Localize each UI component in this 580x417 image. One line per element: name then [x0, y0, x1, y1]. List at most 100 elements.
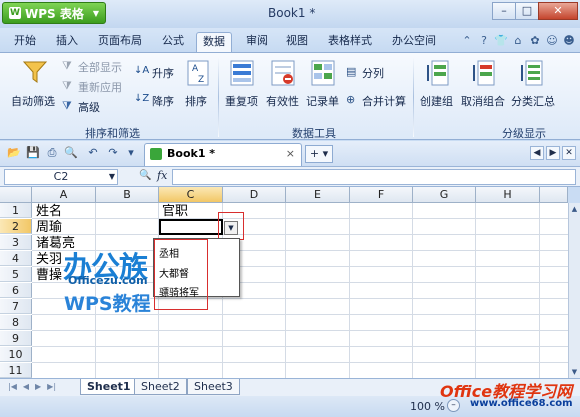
last-sheet-icon[interactable]: ▶| [47, 382, 56, 391]
column-header-d[interactable]: D [223, 187, 286, 203]
cell-a1[interactable]: 姓名 [36, 204, 62, 219]
site-watermark-url: www.office68.com [470, 398, 573, 409]
sheet-tab-sheet3[interactable]: Sheet3 [187, 379, 240, 395]
new-tab-button[interactable]: + ▾ [305, 145, 333, 163]
undo-icon[interactable]: ↶ [86, 146, 100, 160]
document-tab-label: Book1 * [167, 147, 216, 160]
tab-insert[interactable]: 插入 [50, 32, 84, 52]
maximize-button[interactable]: □ [515, 2, 539, 20]
watermark-url: Officezu.com [68, 274, 148, 287]
name-box[interactable]: C2 ▼ [4, 169, 118, 185]
column-header-a[interactable]: A [32, 187, 96, 203]
tab-review[interactable]: 审阅 [240, 32, 274, 52]
prev-sheet-icon[interactable]: ◀ [23, 382, 29, 391]
duplicates-button[interactable]: 重复项 [225, 93, 258, 109]
reapply-icon: ⧩ [62, 79, 72, 92]
validity-icon [271, 60, 295, 86]
document-tab[interactable]: Book1 * × [144, 143, 302, 166]
zoom-formula-icon[interactable]: 🔍 [139, 170, 151, 181]
text-to-columns-button[interactable]: 分列 [362, 65, 384, 81]
sort-descending-button[interactable]: 降序 [152, 93, 174, 109]
cell-a4[interactable]: 关羽 [36, 252, 62, 267]
column-header-c[interactable]: C [159, 187, 223, 203]
user-icon[interactable]: ☺ [545, 34, 559, 48]
tab-data[interactable]: 数据 [196, 32, 232, 52]
subtotal-button[interactable]: 分类汇总 [511, 93, 555, 109]
tab-home[interactable]: 开始 [8, 32, 42, 52]
reapply-button[interactable]: 重新应用 [78, 79, 122, 95]
tab-page-layout[interactable]: 页面布局 [92, 32, 148, 52]
print-preview-icon[interactable]: 🔍 [64, 146, 78, 160]
formula-input[interactable] [172, 169, 576, 185]
print-icon[interactable]: ⎙ [45, 146, 59, 160]
open-folder-icon[interactable]: 📂 [7, 146, 21, 160]
first-sheet-icon[interactable]: |◀ [8, 382, 17, 391]
chevron-down-icon[interactable]: ▼ [109, 170, 115, 184]
record-form-button[interactable]: 记录单 [306, 93, 339, 109]
sheet-tab-sheet1[interactable]: Sheet1 [80, 379, 138, 395]
row-header-5[interactable]: 5 [0, 267, 32, 282]
sheet-tab-sheet2[interactable]: Sheet2 [134, 379, 187, 395]
avatar-icon[interactable]: ☻ [562, 34, 576, 48]
tab-scroll-left-icon[interactable]: ◀ [530, 146, 544, 160]
cell-a5[interactable]: 曹操 [36, 268, 62, 283]
grid-line [32, 234, 568, 235]
tab-close-all-icon[interactable]: ✕ [562, 146, 576, 160]
customize-toolbar-icon[interactable]: ▾ [124, 146, 138, 160]
tab-scroll-right-icon[interactable]: ▶ [546, 146, 560, 160]
autofilter-button[interactable]: 自动筛选 [11, 93, 55, 109]
column-header-f[interactable]: F [350, 187, 413, 203]
sort-button[interactable]: 排序 [185, 93, 207, 109]
consolidate-button[interactable]: 合并计算 [362, 93, 406, 109]
row-header-9[interactable]: 9 [0, 331, 32, 346]
column-header-e[interactable]: E [286, 187, 350, 203]
home-icon[interactable]: ⌂ [511, 34, 525, 48]
tab-formulas[interactable]: 公式 [156, 32, 190, 52]
advanced-filter-button[interactable]: 高级 [78, 99, 100, 115]
create-group-button[interactable]: 创建组 [420, 93, 453, 109]
wps-app-menu-button[interactable]: W WPS 表格 ▼ [2, 2, 106, 24]
row-header-3[interactable]: 3 [0, 235, 32, 250]
help-icon[interactable]: ? [477, 34, 491, 48]
scroll-down-icon[interactable]: ▼ [569, 366, 580, 378]
validity-button[interactable]: 有效性 [266, 93, 299, 109]
gift-icon[interactable]: ✿ [528, 34, 542, 48]
save-icon[interactable]: 💾 [26, 146, 40, 160]
show-all-button[interactable]: 全部显示 [78, 59, 122, 75]
row-header-11[interactable]: 11 [0, 363, 32, 378]
row-header-2[interactable]: 2 [0, 219, 32, 234]
column-header-g[interactable]: G [413, 187, 476, 203]
row-header-10[interactable]: 10 [0, 347, 32, 362]
vertical-scrollbar[interactable]: ▲ ▼ [568, 203, 580, 378]
row-header-7[interactable]: 7 [0, 299, 32, 314]
collapse-ribbon-icon[interactable]: ⌃ [460, 34, 474, 48]
cell-c1[interactable]: 官职 [162, 204, 188, 219]
tab-view[interactable]: 视图 [280, 32, 314, 52]
group-label-data-tools: 数据工具 [292, 127, 336, 140]
autofilter-funnel-icon [22, 61, 48, 83]
row-header-1[interactable]: 1 [0, 203, 32, 218]
redo-icon[interactable]: ↷ [106, 146, 120, 160]
next-sheet-icon[interactable]: ▶ [35, 382, 41, 391]
window-title: Book1 * [268, 6, 316, 20]
skin-icon[interactable]: 👕 [494, 34, 508, 48]
tab-office-space[interactable]: 办公空间 [386, 32, 442, 52]
row-header-8[interactable]: 8 [0, 315, 32, 330]
close-window-button[interactable]: ✕ [538, 2, 578, 20]
row-header-6[interactable]: 6 [0, 283, 32, 298]
close-tab-button[interactable]: × [286, 144, 295, 164]
sort-ascending-button[interactable]: 升序 [152, 65, 174, 81]
column-header-h[interactable]: H [476, 187, 540, 203]
spreadsheet-doc-icon [150, 148, 162, 160]
scroll-up-icon[interactable]: ▲ [569, 203, 580, 215]
active-cell-c2[interactable] [159, 219, 223, 235]
tab-table-style[interactable]: 表格样式 [322, 32, 378, 52]
row-header-4[interactable]: 4 [0, 251, 32, 266]
column-header-b[interactable]: B [96, 187, 159, 203]
cell-a2[interactable]: 周瑜 [36, 220, 62, 235]
select-all-corner[interactable] [0, 187, 32, 203]
ungroup-button[interactable]: 取消组合 [461, 93, 505, 109]
insert-function-icon[interactable]: fx [157, 169, 167, 182]
column-header-i[interactable] [540, 187, 568, 203]
minimize-button[interactable]: – [492, 2, 516, 20]
